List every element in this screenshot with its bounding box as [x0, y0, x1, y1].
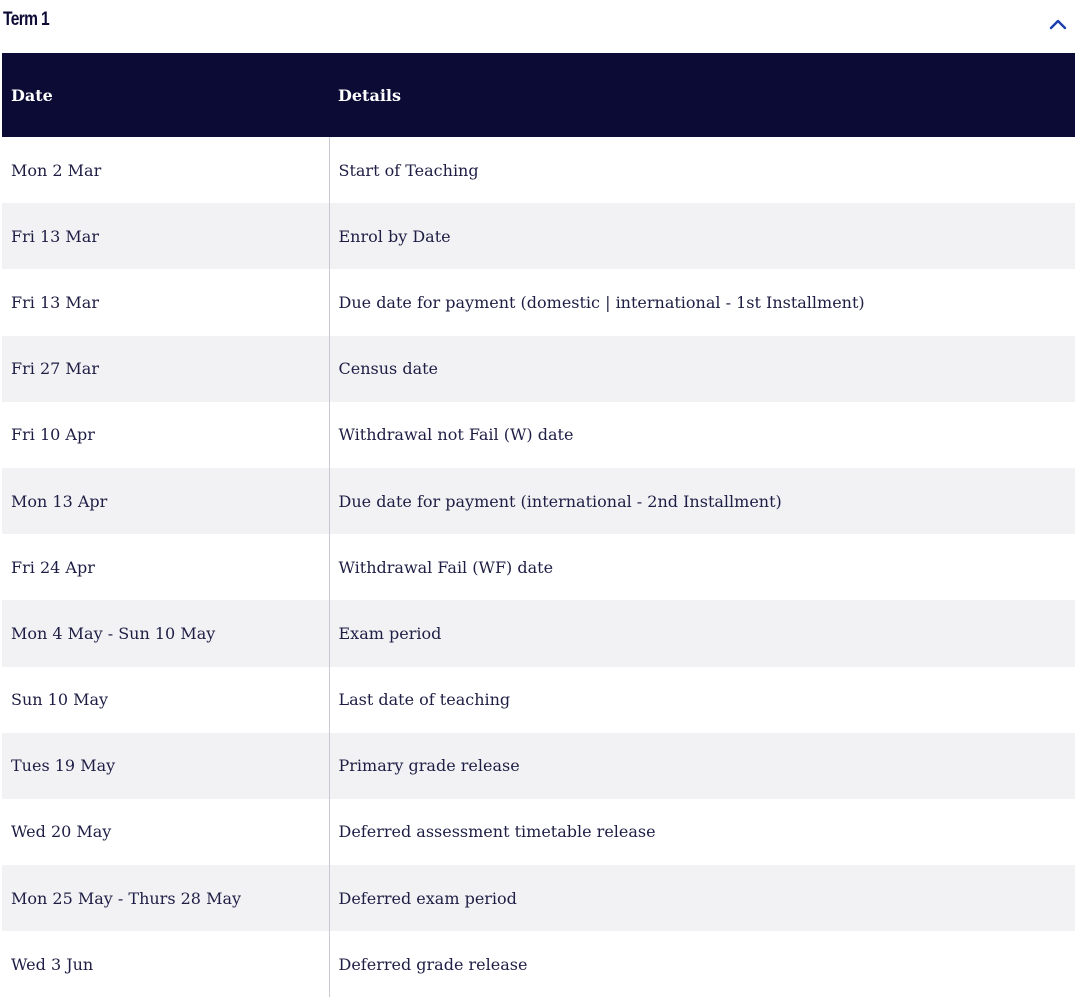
details-cell: Start of Teaching — [338, 160, 479, 180]
term-dates-table: Date Details Mon 2 Mar Start of Teaching F… — [2, 53, 1075, 998]
date-cell: Sun 10 May — [2, 666, 330, 733]
date-cell: Mon 25 May - Thurs 28 May — [2, 865, 330, 932]
details-cell: Deferred assessment timetable release — [338, 822, 656, 842]
table-row: Wed 3 Jun Deferred grade release — [2, 931, 1075, 998]
table-row: Mon 2 Mar Start of Teaching — [2, 137, 1075, 204]
table-row: Fri 13 Mar Enrol by Date — [2, 203, 1075, 270]
date-cell: Fri 10 Apr — [2, 401, 330, 468]
accordion-header[interactable]: Term 1 — [0, 0, 1080, 50]
table-row: Fri 24 Apr Withdrawal Fail (WF) date — [2, 534, 1075, 601]
accordion-title: Term 1 — [3, 9, 50, 30]
details-cell: Withdrawal Fail (WF) date — [338, 557, 554, 577]
details-cell: Deferred grade release — [338, 954, 528, 974]
table-row: Tues 19 May Primary grade release — [2, 732, 1075, 799]
details-cell: Last date of teaching — [338, 690, 511, 710]
details-column-header: Details — [338, 85, 401, 105]
date-cell: Fri 13 Mar — [2, 203, 330, 270]
table-row: Mon 4 May - Sun 10 May Exam period — [2, 600, 1075, 667]
table-row: Fri 13 Mar Due date for payment (domestic… — [2, 269, 1075, 336]
details-cell: Primary grade release — [338, 756, 520, 776]
details-cell: Enrol by Date — [338, 226, 451, 246]
date-cell: Wed 3 Jun — [2, 931, 330, 998]
date-cell: Fri 24 Apr — [2, 534, 330, 601]
chevron-up-icon[interactable] — [1046, 14, 1070, 34]
table-header-row: Date Details — [2, 53, 1075, 137]
date-cell: Tues 19 May — [2, 732, 330, 799]
table-row: Fri 27 Mar Census date — [2, 335, 1075, 402]
date-cell: Fri 27 Mar — [2, 335, 330, 402]
details-cell: Due date for payment (international - 2n… — [338, 491, 782, 511]
table-row: Wed 20 May Deferred assessment timetable … — [2, 798, 1075, 866]
table-row: Fri 10 Apr Withdrawal not Fail (W) date — [2, 401, 1075, 468]
table-row: Sun 10 May Last date of teaching — [2, 666, 1075, 733]
details-cell: Deferred exam period — [338, 888, 517, 908]
details-cell: Census date — [338, 359, 439, 379]
date-cell: Mon 4 May - Sun 10 May — [2, 600, 330, 667]
table-body: Mon 2 Mar Start of Teaching Fri 13 Mar Enro… — [2, 137, 1075, 998]
date-cell: Fri 13 Mar — [2, 269, 330, 336]
table-row: Mon 25 May - Thurs 28 May Deferred exam p… — [2, 865, 1075, 932]
details-cell: Exam period — [338, 623, 442, 643]
table-row: Mon 13 Apr Due date for payment (internat… — [2, 467, 1075, 535]
details-cell: Due date for payment (domestic | interna… — [338, 292, 865, 312]
details-cell: Withdrawal not Fail (W) date — [338, 425, 574, 445]
date-cell: Mon 2 Mar — [2, 137, 330, 204]
date-column-header: Date — [11, 85, 53, 105]
date-cell: Wed 20 May — [2, 798, 330, 866]
date-cell: Mon 13 Apr — [2, 467, 330, 535]
